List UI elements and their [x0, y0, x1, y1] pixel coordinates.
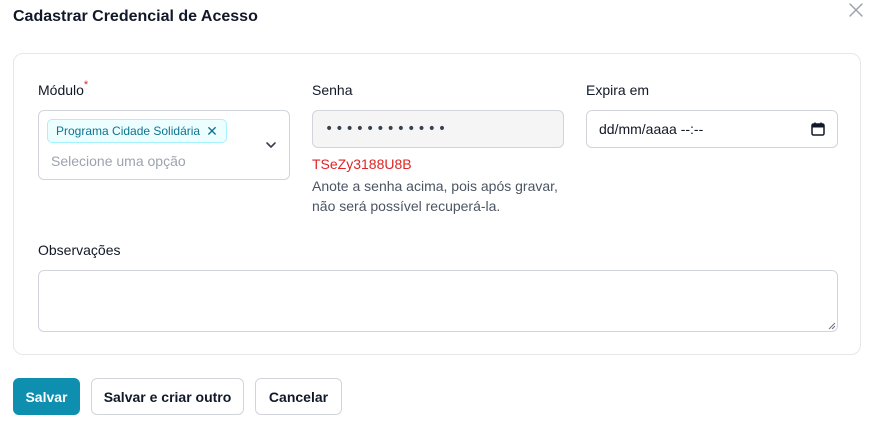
required-mark: * [83, 79, 89, 91]
form-card: Módulo* Programa Cidade Solidária ✕ Sele… [13, 53, 861, 355]
expira-label: Expira em [586, 82, 650, 98]
expira-date-input[interactable]: dd/mm/aaaa --:-- [586, 110, 838, 148]
modulo-select[interactable]: Programa Cidade Solidária ✕ Selecione um… [38, 110, 290, 180]
dialog-title: Cadastrar Credencial de Acesso [13, 8, 258, 25]
calendar-icon[interactable] [811, 122, 825, 136]
expira-date-value: dd/mm/aaaa --:-- [599, 121, 704, 137]
senha-label: Senha [312, 82, 353, 98]
save-and-new-button[interactable]: Salvar e criar outro [91, 378, 244, 415]
observacoes-textarea[interactable] [38, 270, 838, 332]
resize-grip-icon[interactable] [828, 322, 836, 330]
password-hint: Anote a senha acima, pois após gravar, n… [312, 178, 558, 214]
chevron-down-icon[interactable] [265, 139, 277, 151]
x-icon[interactable]: ✕ [206, 124, 218, 138]
modulo-placeholder: Selecione uma opção [51, 153, 186, 169]
selected-chip-label: Programa Cidade Solidária [56, 124, 201, 138]
close-icon[interactable] [848, 2, 864, 18]
observacoes-label: Observações [38, 242, 121, 258]
modulo-label: Módulo* [38, 79, 89, 98]
password-field[interactable] [312, 110, 564, 148]
selected-chip: Programa Cidade Solidária ✕ [47, 119, 227, 143]
cancel-button[interactable]: Cancelar [255, 378, 342, 415]
save-button[interactable]: Salvar [13, 378, 80, 415]
modulo-label-text: Módulo [38, 82, 84, 98]
password-plain-text: TSeZy3188U8B [312, 156, 412, 172]
